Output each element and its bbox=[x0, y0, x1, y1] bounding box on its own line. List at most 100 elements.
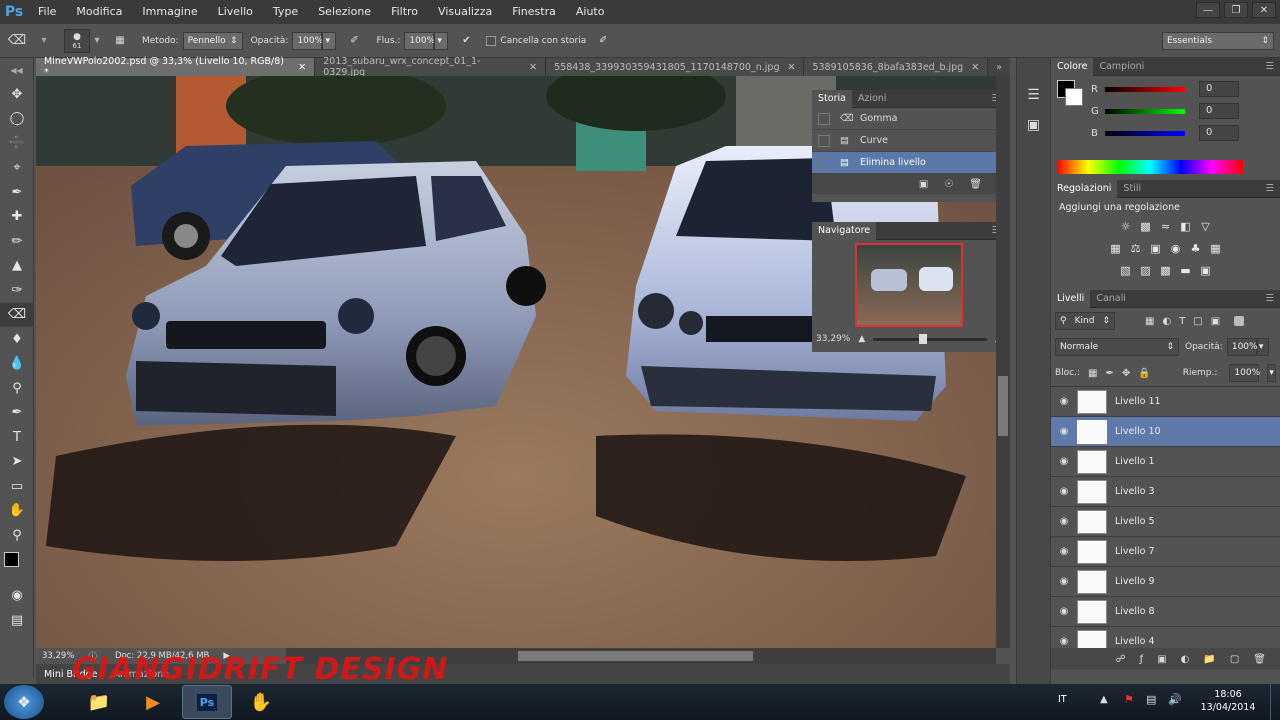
screen-mode-icon[interactable]: ▤ bbox=[0, 608, 34, 633]
minimize-icon[interactable]: — bbox=[1196, 2, 1220, 18]
layer-row[interactable]: ◉ Livello 9 bbox=[1051, 567, 1280, 597]
flusso-slider-button[interactable]: ▾ bbox=[434, 31, 449, 50]
lock-transparency-icon[interactable]: ▦ bbox=[1088, 368, 1097, 379]
scroll-thumb[interactable] bbox=[518, 651, 753, 661]
flusso-field[interactable]: 100% bbox=[404, 31, 435, 50]
menu-file[interactable]: File bbox=[28, 0, 66, 24]
layer-opacity-field[interactable]: 100% bbox=[1226, 338, 1258, 356]
layer-name[interactable]: Livello 8 bbox=[1115, 606, 1155, 617]
layer-row[interactable]: ◉ Livello 3 bbox=[1051, 477, 1280, 507]
layer-row[interactable]: ◉ Livello 8 bbox=[1051, 597, 1280, 627]
exposure-icon[interactable]: ◧ bbox=[1177, 219, 1195, 233]
volume-icon[interactable]: 🔊 bbox=[1168, 693, 1182, 706]
zoom-out-icon[interactable]: ▲ bbox=[858, 334, 865, 344]
workspace-select[interactable]: Essentials ⇕ bbox=[1162, 32, 1274, 50]
action-center-icon[interactable]: ⚑ bbox=[1124, 693, 1134, 706]
eye-icon[interactable]: ◉ bbox=[1051, 396, 1077, 407]
brush-preset-picker[interactable]: ● 61 bbox=[64, 28, 90, 53]
layer-row[interactable]: ◉ Livello 11 bbox=[1051, 387, 1280, 417]
eye-icon[interactable]: ◉ bbox=[1051, 636, 1077, 647]
opacita-field[interactable]: 100% bbox=[292, 31, 323, 50]
path-select-tool-icon[interactable]: ➤ bbox=[0, 450, 34, 475]
capture-app-taskbar-icon[interactable]: ✋ bbox=[236, 685, 286, 719]
eye-icon[interactable]: ◉ bbox=[1051, 606, 1077, 617]
tool-preset-chevron-icon[interactable]: ▾ bbox=[34, 35, 54, 46]
fill-slider-button[interactable]: ▾ bbox=[1267, 364, 1276, 382]
menu-immagine[interactable]: Immagine bbox=[132, 0, 207, 24]
channel-value-b[interactable]: 0 bbox=[1199, 125, 1239, 141]
trash-icon[interactable]: 🗑 bbox=[1253, 654, 1266, 665]
invert-icon[interactable]: ▧ bbox=[1117, 263, 1135, 277]
layer-opacity-slider-button[interactable]: ▾ bbox=[1256, 338, 1269, 356]
filter-pixel-icon[interactable]: ▦ bbox=[1145, 316, 1154, 327]
hand-tool-icon[interactable]: ✋ bbox=[0, 499, 34, 524]
menu-finestra[interactable]: Finestra bbox=[502, 0, 566, 24]
close-icon[interactable]: ✕ bbox=[529, 62, 537, 73]
channel-slider-r[interactable] bbox=[1105, 86, 1185, 92]
tab-colore[interactable]: Colore bbox=[1051, 57, 1094, 76]
filter-adjustment-icon[interactable]: ◐ bbox=[1162, 316, 1171, 327]
tab-storia[interactable]: Storia bbox=[812, 89, 852, 108]
panel-menu-icon[interactable]: ☰ bbox=[1265, 61, 1280, 72]
fill-field[interactable]: 100% bbox=[1229, 364, 1260, 382]
panel-menu-icon[interactable]: ☰ bbox=[1265, 183, 1280, 194]
layer-name[interactable]: Livello 7 bbox=[1115, 546, 1155, 557]
navigator-zoom-slider[interactable] bbox=[873, 333, 988, 344]
history-panel-icon[interactable]: ☰ bbox=[1017, 80, 1050, 110]
vibrance-icon[interactable]: ▽ bbox=[1197, 219, 1215, 233]
menu-visualizza[interactable]: Visualizza bbox=[428, 0, 502, 24]
pressure-size-icon[interactable]: ✐ bbox=[590, 35, 616, 46]
history-checkbox[interactable] bbox=[818, 156, 830, 169]
channel-slider-g[interactable] bbox=[1105, 108, 1185, 114]
tab-document-3[interactable]: 558438_339930359431805_1170148700_n.jpg ✕ bbox=[546, 58, 805, 76]
eye-icon[interactable]: ◉ bbox=[1051, 576, 1077, 587]
black-white-icon[interactable]: ▣ bbox=[1147, 241, 1165, 255]
channel-value-r[interactable]: 0 bbox=[1199, 81, 1239, 97]
menu-livello[interactable]: Livello bbox=[208, 0, 263, 24]
menu-selezione[interactable]: Selezione bbox=[308, 0, 381, 24]
background-color-swatch[interactable] bbox=[1065, 88, 1083, 106]
curves-icon[interactable]: ≈ bbox=[1157, 219, 1175, 233]
bucket-tool-icon[interactable]: ♦ bbox=[0, 327, 34, 352]
new-adjustment-icon[interactable]: ◐ bbox=[1181, 654, 1190, 665]
stamp-tool-icon[interactable]: ▲ bbox=[0, 254, 34, 279]
photo-filter-icon[interactable]: ◉ bbox=[1167, 241, 1185, 255]
explorer-taskbar-icon[interactable]: 📁 bbox=[74, 685, 124, 719]
shape-tool-icon[interactable]: ▭ bbox=[0, 474, 34, 499]
opacita-slider-button[interactable]: ▾ bbox=[322, 31, 337, 50]
restore-icon[interactable]: ❐ bbox=[1224, 2, 1248, 18]
menu-filtro[interactable]: Filtro bbox=[381, 0, 428, 24]
channel-value-g[interactable]: 0 bbox=[1199, 103, 1239, 119]
layer-row[interactable]: ◉ Livello 10 bbox=[1051, 417, 1280, 447]
layer-name[interactable]: Livello 9 bbox=[1115, 576, 1155, 587]
show-desktop-button[interactable] bbox=[1270, 684, 1280, 720]
toolbox-collapse-icon[interactable]: ◀◀ bbox=[0, 58, 33, 82]
posterize-icon[interactable]: ▨ bbox=[1137, 263, 1155, 277]
close-icon[interactable]: ✕ bbox=[971, 62, 979, 73]
hue-saturation-icon[interactable]: ▦ bbox=[1107, 241, 1125, 255]
snapshot-icon[interactable]: ☉ bbox=[944, 179, 953, 190]
eye-icon[interactable]: ◉ bbox=[1051, 516, 1077, 527]
lock-position-icon[interactable]: ✥ bbox=[1122, 368, 1130, 379]
layer-name[interactable]: Livello 5 bbox=[1115, 516, 1155, 527]
airbrush-icon[interactable]: ✔ bbox=[452, 35, 480, 46]
marquee-tool-icon[interactable]: ◯ bbox=[0, 107, 34, 132]
new-group-icon[interactable]: 📁 bbox=[1203, 654, 1215, 665]
layer-row[interactable]: ◉ Livello 7 bbox=[1051, 537, 1280, 567]
quick-mask-icon[interactable]: ◉ bbox=[0, 584, 34, 609]
layer-name[interactable]: Livello 10 bbox=[1115, 426, 1161, 437]
blur-tool-icon[interactable]: 💧 bbox=[0, 352, 34, 377]
status-zoom[interactable]: 33,29% bbox=[42, 651, 74, 661]
channel-slider-b[interactable] bbox=[1105, 130, 1185, 136]
blend-mode-select[interactable]: Normale ⇕ bbox=[1055, 338, 1179, 356]
layer-name[interactable]: Livello 4 bbox=[1115, 636, 1155, 647]
tab-livelli[interactable]: Livelli bbox=[1051, 289, 1091, 308]
tab-overflow-icon[interactable]: » bbox=[988, 58, 1010, 76]
layer-name[interactable]: Livello 11 bbox=[1115, 396, 1161, 407]
start-button-icon[interactable]: ❖ bbox=[4, 685, 44, 719]
levels-icon[interactable]: ▩ bbox=[1137, 219, 1155, 233]
dodge-tool-icon[interactable]: ⚲ bbox=[0, 376, 34, 401]
tab-canali[interactable]: Canali bbox=[1090, 290, 1132, 308]
history-item[interactable]: ▤ Curve bbox=[812, 130, 1006, 152]
gradient-map-icon[interactable]: ▬ bbox=[1177, 263, 1195, 277]
